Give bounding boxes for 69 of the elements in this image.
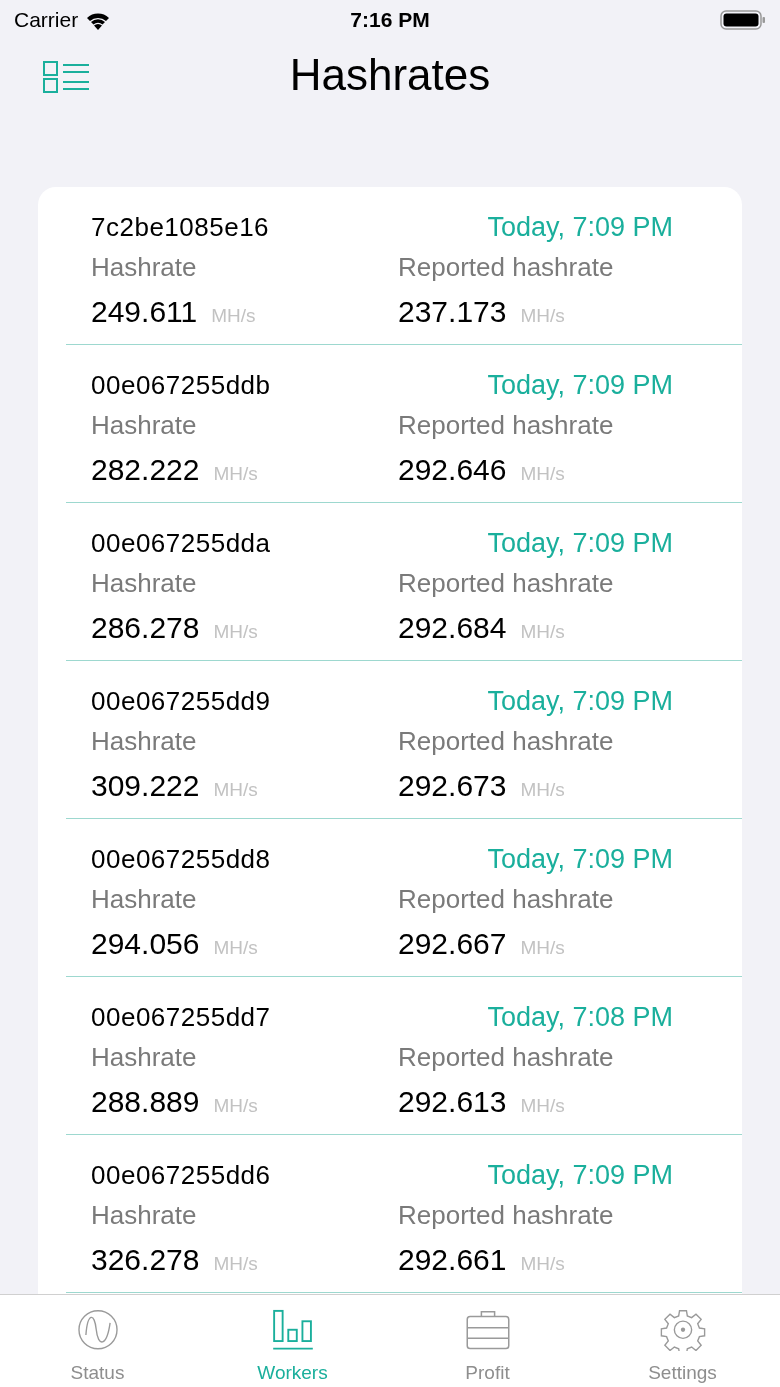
metric-value: 292.613 <box>398 1084 507 1120</box>
unit-label: MH/s <box>213 778 258 802</box>
metric-label: Reported hashrate <box>398 409 615 442</box>
metric-label: Hashrate <box>91 409 198 442</box>
worker-name: 00e067255dd8 <box>91 842 271 876</box>
unit-label: MH/s <box>213 1094 258 1118</box>
carrier-name: Carrier <box>14 7 79 34</box>
worker-name: 00e067255dda <box>91 526 271 560</box>
battery-icon <box>720 9 766 31</box>
updated-time: Today, 7:08 PM <box>487 1000 673 1034</box>
metric-value: 294.056 <box>91 926 200 962</box>
page-title: Hashrates <box>289 49 491 101</box>
worker-name: 00e067255ddb <box>91 368 271 402</box>
tab-item[interactable]: Settings <box>585 1295 780 1387</box>
status-time: 7:16 PM <box>350 7 430 34</box>
unit-label: MH/s <box>520 304 565 328</box>
unit-label: MH/s <box>213 1252 258 1276</box>
bar-chart-icon <box>270 1309 315 1351</box>
metric-value: 288.889 <box>91 1084 200 1120</box>
metric-label: Hashrate <box>91 251 198 284</box>
metric-label: Hashrate <box>91 1041 198 1074</box>
tab-item[interactable]: Workers <box>195 1295 390 1387</box>
updated-time: Today, 7:09 PM <box>487 842 673 876</box>
metric-label: Hashrate <box>91 725 198 758</box>
unit-label: MH/s <box>213 620 258 644</box>
unit-label: MH/s <box>213 462 258 486</box>
unit-label: MH/s <box>520 778 565 802</box>
worker-name: 00e067255dd6 <box>91 1158 271 1192</box>
unit-label: MH/s <box>520 936 565 960</box>
metric-value: 282.222 <box>91 452 200 488</box>
metric-label: Reported hashrate <box>398 725 615 758</box>
updated-time: Today, 7:09 PM <box>487 368 673 402</box>
unit-label: MH/s <box>520 1252 565 1276</box>
metric-value: 292.667 <box>398 926 507 962</box>
updated-time: Today, 7:09 PM <box>487 1158 673 1192</box>
updated-time: Today, 7:09 PM <box>487 210 673 244</box>
worker-name: 7c2be1085e16 <box>91 210 270 244</box>
metric-value: 237.173 <box>398 294 507 330</box>
tab-item[interactable]: Status <box>0 1295 195 1387</box>
metric-value: 326.278 <box>91 1242 200 1278</box>
metric-label: Hashrate <box>91 567 198 600</box>
metric-label: Reported hashrate <box>398 1199 615 1232</box>
metric-value: 292.684 <box>398 610 507 646</box>
unit-label: MH/s <box>520 1094 565 1118</box>
tab-item[interactable]: Profit <box>390 1295 585 1387</box>
briefcase-icon <box>463 1309 512 1351</box>
unit-label: MH/s <box>520 620 565 644</box>
list-icon <box>42 60 90 94</box>
metric-value: 309.222 <box>91 768 200 804</box>
metric-label: Hashrate <box>91 883 198 916</box>
metric-value: 249.611 <box>91 294 198 330</box>
metric-label: Reported hashrate <box>398 251 615 284</box>
metric-value: 292.646 <box>398 452 507 488</box>
unit-label: MH/s <box>213 936 258 960</box>
metric-label: Reported hashrate <box>398 567 615 600</box>
worker-name: 00e067255dd9 <box>91 684 271 718</box>
list-menu-button[interactable] <box>42 60 90 94</box>
unit-label: MH/s <box>520 462 565 486</box>
updated-time: Today, 7:09 PM <box>487 526 673 560</box>
metric-label: Hashrate <box>91 1199 198 1232</box>
updated-time: Today, 7:09 PM <box>487 684 673 718</box>
metric-value: 292.673 <box>398 768 507 804</box>
worker-name: 00e067255dd7 <box>91 1000 271 1034</box>
settings-icon <box>658 1309 707 1351</box>
metric-value: 292.661 <box>398 1242 507 1278</box>
unit-label: MH/s <box>211 304 256 328</box>
metric-value: 286.278 <box>91 610 200 646</box>
metric-label: Reported hashrate <box>398 883 615 916</box>
metric-label: Reported hashrate <box>398 1041 615 1074</box>
